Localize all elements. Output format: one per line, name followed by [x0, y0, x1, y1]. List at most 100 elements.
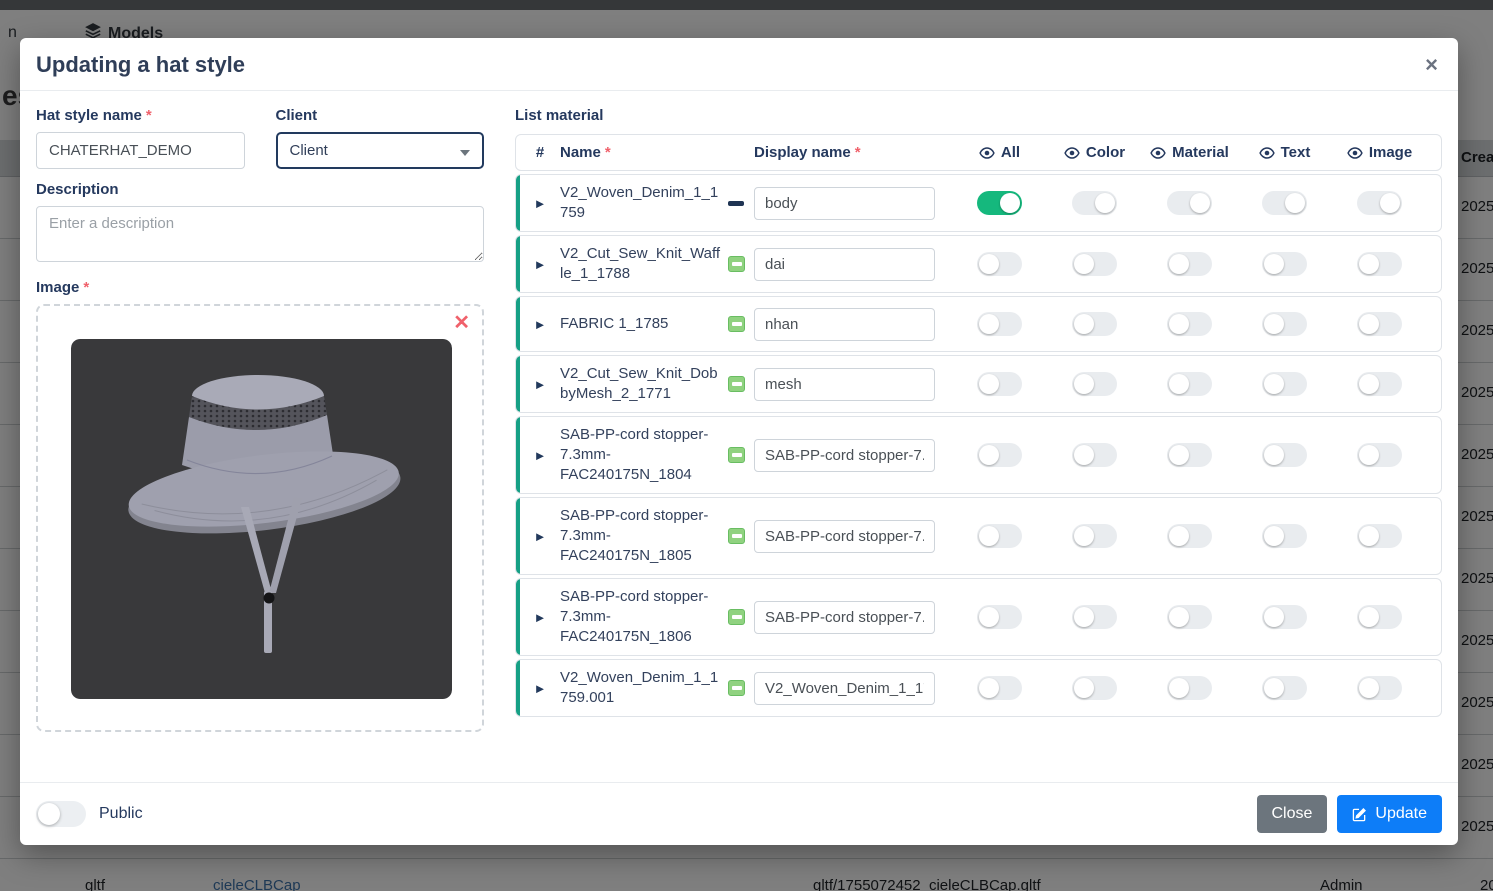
toggle-image[interactable] [1357, 676, 1402, 700]
expand-arrow-icon[interactable]: ► [520, 610, 560, 625]
toggle-color[interactable] [1072, 312, 1117, 336]
toggle-material[interactable] [1167, 676, 1212, 700]
expand-arrow-icon[interactable]: ► [520, 196, 560, 211]
toggle-material[interactable] [1167, 443, 1212, 467]
dash-glyph [732, 615, 742, 619]
green-checkbox [728, 447, 745, 463]
display-name-input[interactable] [754, 187, 935, 220]
indeterminate-icon[interactable] [728, 201, 754, 206]
checkbox-checked-icon[interactable] [728, 256, 754, 272]
toggle-color[interactable] [1072, 443, 1117, 467]
toggle-all[interactable] [977, 372, 1022, 396]
toggle-all[interactable] [977, 252, 1022, 276]
toggle-knob [979, 526, 999, 546]
close-button[interactable]: Close [1257, 795, 1328, 833]
display-name-input[interactable] [754, 308, 935, 341]
toggle-cell-text [1237, 191, 1332, 215]
update-button[interactable]: Update [1337, 795, 1442, 833]
toggle-color[interactable] [1072, 605, 1117, 629]
toggle-all[interactable] [977, 676, 1022, 700]
toggle-cell-all [952, 524, 1047, 548]
modal-title: Updating a hat style [36, 52, 245, 78]
close-icon[interactable]: × [1425, 54, 1438, 76]
toggle-image[interactable] [1357, 372, 1402, 396]
expand-arrow-icon[interactable]: ► [520, 529, 560, 544]
toggle-knob [1000, 193, 1020, 213]
toggle-cell-text [1237, 312, 1332, 336]
toggle-material[interactable] [1167, 524, 1212, 548]
toggle-image[interactable] [1357, 443, 1402, 467]
toggle-color[interactable] [1072, 676, 1117, 700]
toggle-all[interactable] [977, 191, 1022, 215]
toggle-cell-text [1237, 676, 1332, 700]
checkbox-checked-icon[interactable] [728, 609, 754, 625]
checkbox-checked-icon[interactable] [728, 528, 754, 544]
hat-style-name-input[interactable] [36, 132, 245, 169]
checkbox-checked-icon[interactable] [728, 447, 754, 463]
toggle-material[interactable] [1167, 372, 1212, 396]
toggle-image[interactable] [1357, 252, 1402, 276]
toggle-cell-text [1237, 443, 1332, 467]
image-label: Image* [36, 279, 484, 296]
toggle-image[interactable] [1357, 524, 1402, 548]
expand-arrow-icon[interactable]: ► [520, 681, 560, 696]
display-name-input[interactable] [754, 248, 935, 281]
toggle-color[interactable] [1072, 372, 1117, 396]
toggle-knob [1074, 607, 1094, 627]
toggle-text[interactable] [1262, 372, 1307, 396]
checkbox-checked-icon[interactable] [728, 376, 754, 392]
expand-arrow-icon[interactable]: ► [520, 257, 560, 272]
checkbox-checked-icon[interactable] [728, 680, 754, 696]
client-select[interactable]: Client [276, 132, 485, 169]
toggle-image[interactable] [1357, 191, 1402, 215]
toggle-material[interactable] [1167, 191, 1212, 215]
toggle-material[interactable] [1167, 312, 1212, 336]
display-name-input[interactable] [754, 672, 935, 705]
toggle-all[interactable] [977, 312, 1022, 336]
toggle-knob [1169, 445, 1189, 465]
expand-arrow-icon[interactable]: ► [520, 448, 560, 463]
toggle-cell-material [1142, 524, 1237, 548]
toggle-text[interactable] [1262, 252, 1307, 276]
toggle-text[interactable] [1262, 605, 1307, 629]
dash-glyph [732, 382, 742, 386]
toggle-knob [1359, 254, 1379, 274]
expand-arrow-icon[interactable]: ► [520, 377, 560, 392]
toggle-color[interactable] [1072, 191, 1117, 215]
display-name-cell [754, 439, 952, 472]
expand-arrow-icon[interactable]: ► [520, 317, 560, 332]
display-name-input[interactable] [754, 520, 935, 553]
modal-header: Updating a hat style × [20, 38, 1458, 91]
remove-image-icon[interactable]: ✕ [453, 310, 470, 335]
display-name-input[interactable] [754, 601, 935, 634]
toggle-color[interactable] [1072, 252, 1117, 276]
dash-glyph [732, 322, 742, 326]
toggle-image[interactable] [1357, 605, 1402, 629]
green-checkbox [728, 680, 745, 696]
description-textarea[interactable] [36, 206, 484, 262]
toggle-all[interactable] [977, 443, 1022, 467]
display-name-input[interactable] [754, 368, 935, 401]
public-toggle[interactable] [36, 801, 86, 827]
checkbox-checked-icon[interactable] [728, 316, 754, 332]
toggle-image[interactable] [1357, 312, 1402, 336]
column-name: Name* [560, 144, 728, 161]
form-column: Hat style name* Client Client Descriptio… [36, 107, 484, 782]
toggle-text[interactable] [1262, 191, 1307, 215]
green-checkbox [728, 256, 745, 272]
dash-glyph [732, 262, 742, 266]
toggle-text[interactable] [1262, 443, 1307, 467]
client-select-value: Client [290, 142, 328, 159]
toggle-material[interactable] [1167, 252, 1212, 276]
toggle-cell-image [1332, 372, 1427, 396]
display-name-input[interactable] [754, 439, 935, 472]
toggle-material[interactable] [1167, 605, 1212, 629]
material-rows: ►V2_Woven_Denim_1_1759►V2_Cut_Sew_Knit_W… [515, 174, 1442, 717]
toggle-color[interactable] [1072, 524, 1117, 548]
toggle-text[interactable] [1262, 524, 1307, 548]
toggle-all[interactable] [977, 524, 1022, 548]
toggle-text[interactable] [1262, 312, 1307, 336]
green-checkbox [728, 376, 745, 392]
toggle-all[interactable] [977, 605, 1022, 629]
toggle-text[interactable] [1262, 676, 1307, 700]
